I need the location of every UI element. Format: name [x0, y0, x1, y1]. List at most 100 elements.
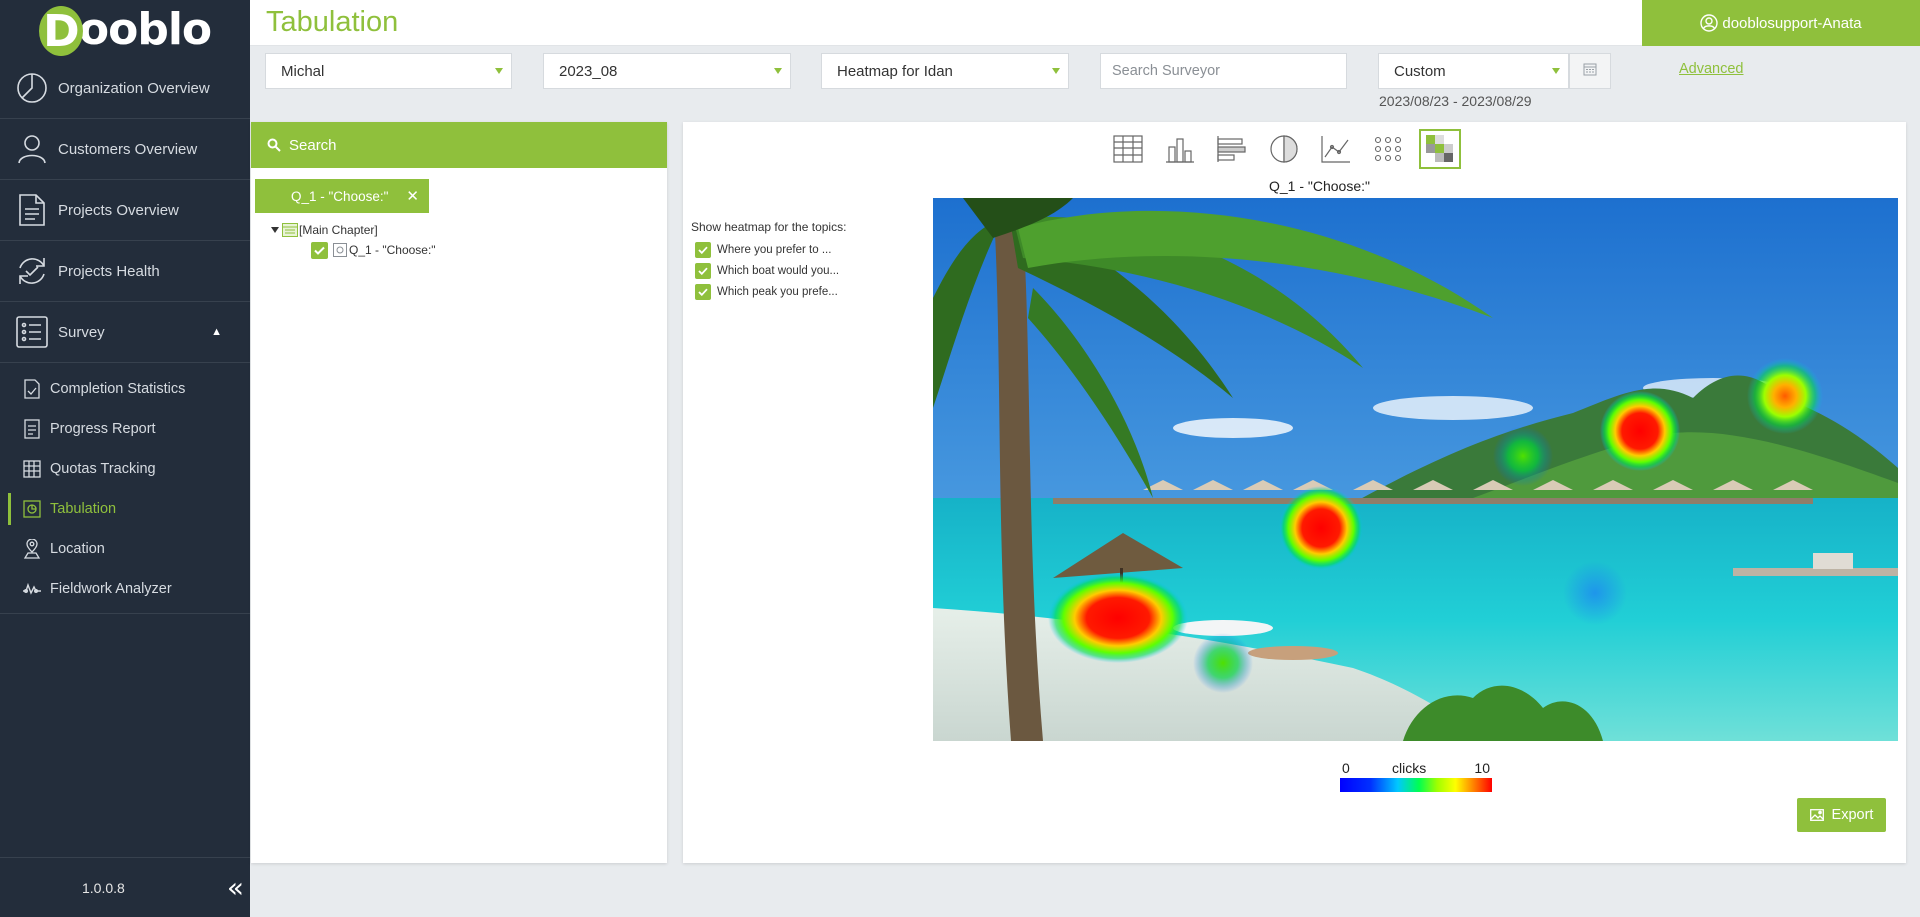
scatter-chart-button[interactable]	[1367, 129, 1409, 169]
bar-chart-button[interactable]	[1159, 129, 1201, 169]
heatmap-button[interactable]	[1419, 129, 1461, 169]
legend-gradient-bar	[1340, 778, 1492, 792]
nav-label: Survey	[58, 323, 105, 341]
tabulation-icon	[22, 499, 42, 519]
project-dropdown[interactable]: 2023_08	[543, 53, 791, 89]
checkmark-icon	[698, 267, 708, 275]
tree-node-question[interactable]: Q_1 - "Choose:"	[311, 240, 436, 260]
logo-text: ooblo	[78, 3, 212, 55]
collapse-arrow-icon[interactable]: ▲	[211, 326, 222, 338]
topic-checkbox[interactable]	[695, 283, 711, 300]
version-label: 1.0.0.8	[82, 879, 125, 896]
nav-item-projects-health[interactable]: Projects Health	[0, 241, 250, 302]
chart-title: Q_1 - "Choose:"	[1269, 178, 1370, 194]
heatmap-image[interactable]	[933, 198, 1898, 741]
user-menu[interactable]: dooblosupport-Anata	[1642, 0, 1920, 46]
question-checkbox[interactable]	[311, 241, 328, 259]
legend-label: clicks	[1392, 760, 1427, 776]
sub-label: Location	[50, 541, 105, 557]
chevron-down-icon	[495, 68, 503, 74]
advanced-link[interactable]: Advanced	[1679, 61, 1744, 77]
selected-question-chip[interactable]: Q_1 - "Choose:" ✕	[255, 179, 429, 213]
collapse-sidebar-icon[interactable]: «	[227, 871, 244, 904]
horizontal-bar-button[interactable]	[1211, 129, 1253, 169]
period-dropdown[interactable]: Custom	[1378, 53, 1569, 89]
sub-label: Progress Report	[50, 421, 156, 437]
question-panel: Search Q_1 - "Choose:" ✕ [Main Chapter] …	[251, 122, 667, 863]
search-bar[interactable]: Search	[251, 122, 667, 168]
topic-item[interactable]: Which boat would you...	[695, 260, 839, 281]
grid-icon	[22, 459, 42, 479]
heatmap-legend: 0 clicks 10	[1340, 760, 1492, 792]
document-icon	[14, 192, 50, 228]
project-value: 2023_08	[559, 62, 618, 80]
sidebar-footer: 1.0.0.8 «	[0, 857, 250, 917]
checkmark-icon	[698, 288, 708, 296]
sub-label: Completion Statistics	[50, 381, 186, 397]
sidebar: Dooblo Organization Overview Customers O…	[0, 0, 250, 917]
line-chart-button[interactable]	[1315, 129, 1357, 169]
nav-label: Projects Health	[58, 262, 160, 280]
topics-label: Show heatmap for the topics:	[691, 220, 847, 234]
sub-item-quotas-tracking[interactable]: Quotas Tracking	[0, 449, 250, 489]
topic-checkbox[interactable]	[695, 241, 711, 258]
topic-item[interactable]: Where you prefer to ...	[695, 239, 839, 260]
chevron-down-icon	[774, 68, 782, 74]
tree-expand-icon[interactable]	[271, 227, 279, 233]
customer-value: Michal	[281, 62, 325, 80]
scatter-icon	[1374, 136, 1402, 162]
nav-item-projects-overview[interactable]: Projects Overview	[0, 180, 250, 241]
heatmap-icon	[1426, 135, 1453, 162]
checkmark-icon	[314, 246, 325, 255]
sub-item-fieldwork-analyzer[interactable]: Fieldwork Analyzer	[0, 569, 250, 609]
tree-node-main-chapter[interactable]: [Main Chapter]	[271, 220, 436, 240]
legend-max: 10	[1474, 760, 1490, 776]
export-label: Export	[1831, 807, 1874, 823]
pie-chart-button[interactable]	[1263, 129, 1305, 169]
table-view-button[interactable]	[1107, 129, 1149, 169]
chevron-down-icon	[1552, 68, 1560, 74]
chevron-down-icon	[1052, 68, 1060, 74]
topic-label: Where you prefer to ...	[717, 243, 832, 256]
topic-item[interactable]: Which peak you prefe...	[695, 281, 839, 302]
checklist-icon	[22, 379, 42, 399]
close-icon[interactable]: ✕	[406, 187, 419, 205]
calendar-button[interactable]	[1569, 53, 1611, 89]
export-button[interactable]: Export	[1797, 798, 1886, 832]
topic-label: Which boat would you...	[717, 264, 840, 277]
sub-label: Tabulation	[50, 501, 117, 517]
customer-dropdown[interactable]: Michal	[265, 53, 512, 89]
report-dropdown[interactable]: Heatmap for Idan	[821, 53, 1069, 89]
page-title: Tabulation	[266, 6, 399, 38]
table-icon	[1113, 135, 1143, 163]
nav-label: Projects Overview	[58, 201, 179, 219]
topic-checkbox[interactable]	[695, 262, 711, 279]
question-icon	[333, 243, 347, 257]
chart-type-toolbar	[1107, 129, 1461, 169]
list-icon	[14, 314, 50, 350]
sub-item-completion-statistics[interactable]: Completion Statistics	[0, 369, 250, 409]
report-value: Heatmap for Idan	[837, 62, 953, 80]
period-value: Custom	[1394, 62, 1446, 80]
question-tree: [Main Chapter] Q_1 - "Choose:"	[271, 220, 436, 260]
search-surveyor-input[interactable]	[1100, 53, 1347, 89]
pie-chart-icon	[14, 70, 50, 106]
sub-item-location[interactable]: Location	[0, 529, 250, 569]
nav-item-customers-overview[interactable]: Customers Overview	[0, 119, 250, 180]
tree-label: Q_1 - "Choose:"	[349, 243, 436, 257]
chip-label: Q_1 - "Choose:"	[291, 188, 389, 204]
header: Tabulation dooblosupport-Anata	[250, 0, 1920, 46]
user-icon	[14, 131, 50, 167]
image-icon	[1809, 809, 1824, 821]
sub-item-tabulation[interactable]: Tabulation	[0, 489, 250, 529]
search-icon	[267, 138, 281, 152]
nav-item-survey[interactable]: Survey ▲	[0, 302, 250, 363]
sub-item-progress-report[interactable]: Progress Report	[0, 409, 250, 449]
pie-icon	[1270, 135, 1298, 163]
horizontal-bar-icon	[1217, 136, 1246, 162]
survey-subnav: Completion Statistics Progress Report Qu…	[0, 363, 250, 614]
nav-item-organization-overview[interactable]: Organization Overview	[0, 58, 250, 119]
logo[interactable]: Dooblo	[0, 0, 250, 58]
sub-label: Quotas Tracking	[50, 461, 156, 477]
report-icon	[22, 419, 42, 439]
